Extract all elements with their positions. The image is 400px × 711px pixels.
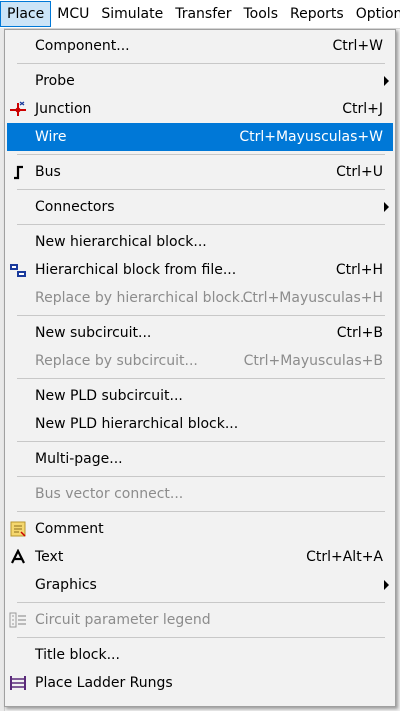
- comment-icon: [9, 521, 27, 537]
- menu-item-label: Hierarchical block from file...: [35, 262, 237, 278]
- menu-item-label: Component...: [35, 38, 130, 54]
- menu-mcu[interactable]: MCU: [51, 1, 95, 27]
- submenu-arrow-icon: [384, 202, 389, 212]
- menu-item-hierarchical-block-from-file[interactable]: Hierarchical block from file... Ctrl+H: [7, 256, 393, 284]
- menu-item-shortcut: Ctrl+Mayusculas+B: [243, 353, 383, 369]
- menu-separator: [17, 476, 385, 477]
- menu-item-new-subcircuit[interactable]: New subcircuit... Ctrl+B: [7, 319, 393, 347]
- menu-separator: [17, 154, 385, 155]
- submenu-arrow-icon: [384, 580, 389, 590]
- menu-item-place-ladder-rungs[interactable]: Place Ladder Rungs: [7, 669, 393, 697]
- menu-item-label: New hierarchical block...: [35, 234, 207, 250]
- menu-separator: [17, 511, 385, 512]
- menu-item-label: Wire: [35, 129, 67, 145]
- menu-item-label: Comment: [35, 521, 104, 537]
- menu-item-text[interactable]: Text Ctrl+Alt+A: [7, 543, 393, 571]
- menu-options[interactable]: Options: [350, 1, 400, 27]
- menu-item-circuit-parameter-legend[interactable]: Circuit parameter legend: [7, 606, 393, 634]
- menu-item-label: New PLD subcircuit...: [35, 388, 183, 404]
- menu-reports[interactable]: Reports: [284, 1, 350, 27]
- menu-separator: [17, 637, 385, 638]
- bus-icon: [9, 164, 27, 180]
- menu-item-shortcut: Ctrl+W: [332, 38, 383, 54]
- menu-item-bus-vector-connect[interactable]: Bus vector connect...: [7, 480, 393, 508]
- menu-item-replace-by-hierarchical-block[interactable]: Replace by hierarchical block... Ctrl+Ma…: [7, 284, 393, 312]
- menu-item-replace-by-subcircuit[interactable]: Replace by subcircuit... Ctrl+Mayusculas…: [7, 347, 393, 375]
- menu-item-label: Replace by hierarchical block...: [35, 290, 254, 306]
- menu-item-shortcut: Ctrl+Mayusculas+W: [239, 129, 383, 145]
- menu-item-junction[interactable]: Junction Ctrl+J: [7, 95, 393, 123]
- menu-item-shortcut: Ctrl+H: [335, 262, 383, 278]
- menu-item-new-pld-hierarchical-block[interactable]: New PLD hierarchical block...: [7, 410, 393, 438]
- submenu-arrow-icon: [384, 76, 389, 86]
- menu-simulate[interactable]: Simulate: [95, 1, 169, 27]
- menu-item-shortcut: Ctrl+U: [336, 164, 383, 180]
- menu-item-label: Bus vector connect...: [35, 486, 184, 502]
- menu-item-new-hierarchical-block[interactable]: New hierarchical block...: [7, 228, 393, 256]
- menu-transfer[interactable]: Transfer: [169, 1, 237, 27]
- menu-item-shortcut: Ctrl+J: [342, 101, 383, 117]
- menu-item-label: New PLD hierarchical block...: [35, 416, 239, 432]
- menu-item-label: Place Ladder Rungs: [35, 675, 173, 691]
- menu-item-label: Circuit parameter legend: [35, 612, 211, 628]
- menu-item-label: Replace by subcircuit...: [35, 353, 198, 369]
- menu-item-label: Connectors: [35, 199, 115, 215]
- menu-tools[interactable]: Tools: [238, 1, 285, 27]
- menu-separator: [17, 189, 385, 190]
- menu-item-title-block[interactable]: Title block...: [7, 641, 393, 669]
- menu-item-wire[interactable]: Wire Ctrl+Mayusculas+W: [7, 123, 393, 151]
- hierarchical-block-icon: [9, 262, 27, 278]
- menu-item-new-pld-subcircuit[interactable]: New PLD subcircuit...: [7, 382, 393, 410]
- menu-item-shortcut: Ctrl+Alt+A: [306, 549, 383, 565]
- menu-separator: [17, 63, 385, 64]
- menu-separator: [17, 378, 385, 379]
- junction-icon: [9, 101, 27, 117]
- menu-separator: [17, 602, 385, 603]
- menu-item-component[interactable]: Component... Ctrl+W: [7, 32, 393, 60]
- menu-bar: Place MCU Simulate Transfer Tools Report…: [0, 0, 400, 29]
- menu-item-label: Multi-page...: [35, 451, 123, 467]
- menu-item-probe[interactable]: Probe: [7, 67, 393, 95]
- menu-separator: [17, 224, 385, 225]
- menu-item-comment[interactable]: Comment: [7, 515, 393, 543]
- ladder-rungs-icon: [9, 675, 27, 691]
- menu-item-multi-page[interactable]: Multi-page...: [7, 445, 393, 473]
- menu-item-label: Probe: [35, 73, 75, 89]
- menu-item-label: Title block...: [35, 647, 120, 663]
- menu-item-label: Graphics: [35, 577, 97, 593]
- menu-separator: [17, 441, 385, 442]
- menu-item-graphics[interactable]: Graphics: [7, 571, 393, 599]
- menu-place[interactable]: Place: [0, 1, 52, 27]
- menu-separator: [17, 315, 385, 316]
- menu-item-shortcut: Ctrl+Mayusculas+H: [242, 290, 383, 306]
- parameter-legend-icon: [9, 612, 27, 628]
- menu-item-bus[interactable]: Bus Ctrl+U: [7, 158, 393, 186]
- place-dropdown-menu: Component... Ctrl+W Probe Junction Ctrl+…: [4, 29, 396, 707]
- menu-item-label: New subcircuit...: [35, 325, 152, 341]
- text-icon: [9, 549, 27, 565]
- menu-item-label: Text: [35, 549, 64, 565]
- menu-item-shortcut: Ctrl+B: [336, 325, 383, 341]
- menu-item-label: Bus: [35, 164, 61, 180]
- menu-item-label: Junction: [35, 101, 92, 117]
- menu-item-connectors[interactable]: Connectors: [7, 193, 393, 221]
